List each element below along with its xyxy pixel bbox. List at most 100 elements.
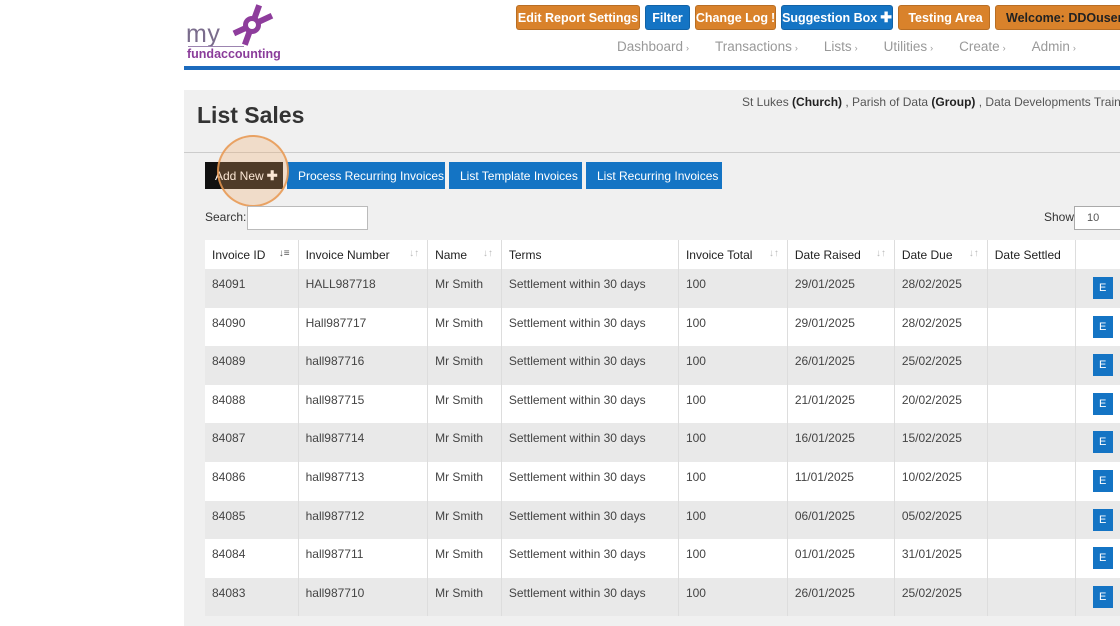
testing-area-button[interactable]: Testing Area <box>898 5 990 30</box>
table-cell: 28/02/2025 <box>894 269 988 308</box>
welcome-label: Welcome: <box>1006 10 1065 25</box>
edit-row-button[interactable]: E <box>1092 277 1113 299</box>
main-nav: Dashboard › Transactions › Lists › Utilitie… <box>617 39 1102 54</box>
table-row[interactable]: 84085 hall987712 Mr Smith Settlement within… <box>205 500 1120 540</box>
col-date-raised[interactable]: Date Raised ↓↑ <box>787 240 895 269</box>
nav-dashboard[interactable]: Dashboard › <box>617 39 689 54</box>
table-row[interactable]: 84089 hall987716 Mr Smith Settlement within… <box>205 346 1120 385</box>
table-cell: hall987716 <box>298 346 429 385</box>
table-cell-actions: E <box>1075 269 1120 308</box>
edit-row-button[interactable]: E <box>1092 431 1113 454</box>
table-row[interactable]: 84087 hall987714 Mr Smith Settlement within… <box>205 423 1120 462</box>
table-cell: 05/02/2025 <box>894 500 988 540</box>
table-cell: 100 <box>678 577 788 617</box>
nav-transactions-label: Transactions <box>715 39 792 54</box>
welcome-user-button[interactable]: Welcome: DDOuser <box>995 5 1120 30</box>
col-terms[interactable]: Terms <box>501 240 679 269</box>
plus-icon: ✚ <box>880 9 892 25</box>
sort-desc-icon: ↓≡ <box>278 248 290 259</box>
col-invoice-total-label: Invoice Total <box>685 247 753 262</box>
col-date-settled[interactable]: Date Settled <box>987 240 1076 269</box>
edit-report-settings-button[interactable]: Edit Report Settings <box>516 5 640 30</box>
table-cell: 84090 <box>205 307 299 347</box>
edit-row-button[interactable]: E <box>1092 547 1113 570</box>
breadcrumb-part: , Parish of Data <box>842 95 932 109</box>
table-row[interactable]: 84083 hall987710 Mr Smith Settlement within… <box>205 577 1120 617</box>
edit-row-button[interactable]: E <box>1092 392 1113 415</box>
edit-row-button[interactable]: E <box>1092 315 1113 338</box>
nav-create-label: Create <box>959 39 1000 54</box>
app-logo[interactable]: my fundaccounting <box>186 4 286 64</box>
table-cell: Hall987717 <box>298 307 429 347</box>
plus-icon: ✚ <box>266 167 278 183</box>
col-invoice-id[interactable]: Invoice ID ↓≡ <box>205 240 299 269</box>
table-cell: 84091 <box>205 269 299 308</box>
logo-star-icon <box>232 4 274 46</box>
table-row[interactable]: 84084 hall987711 Mr Smith Settlement within… <box>205 539 1120 578</box>
table-cell-actions: E <box>1075 423 1120 462</box>
table-cell: Settlement within 30 days <box>501 500 679 540</box>
table-row[interactable]: 84090 Hall987717 Mr Smith Settlement within… <box>205 307 1120 347</box>
col-invoice-number[interactable]: Invoice Number ↓↑ <box>298 240 429 269</box>
chevron-right-icon: › <box>930 43 934 53</box>
edit-row-button[interactable]: E <box>1092 469 1113 492</box>
col-date-due-label: Date Due <box>901 247 953 262</box>
table-row[interactable]: 84091 HALL987718 Mr Smith Settlement within… <box>205 269 1120 308</box>
edit-row-button[interactable]: E <box>1092 508 1113 531</box>
table-cell-actions: E <box>1075 346 1120 385</box>
col-name[interactable]: Name ↓↑ <box>427 240 502 269</box>
change-log-button[interactable]: Change Log ! <box>695 5 776 30</box>
content-panel: List Sales St Lukes (Church) , Parish of… <box>184 90 1120 626</box>
col-name-label: Name <box>435 247 468 262</box>
table-cell: Settlement within 30 days <box>501 269 679 308</box>
col-invoice-total[interactable]: Invoice Total ↓↑ <box>678 240 788 269</box>
nav-admin[interactable]: Admin › <box>1032 39 1076 54</box>
nav-utilities[interactable]: Utilities › <box>884 39 934 54</box>
table-cell: 16/01/2025 <box>787 423 895 462</box>
list-template-invoices-button[interactable]: List Template Invoices <box>449 162 582 189</box>
table-cell: 100 <box>678 423 788 462</box>
table-row[interactable]: 84086 hall987713 Mr Smith Settlement within… <box>205 461 1120 501</box>
table-cell: 01/01/2025 <box>787 539 895 578</box>
table-cell: 21/01/2025 <box>787 384 895 424</box>
sort-icon: ↓↑ <box>875 248 886 259</box>
table-cell: 10/02/2025 <box>894 461 988 501</box>
table-cell: 06/01/2025 <box>787 500 895 540</box>
chevron-right-icon: › <box>854 43 858 53</box>
table-row[interactable]: 84088 hall987715 Mr Smith Settlement within… <box>205 384 1120 424</box>
edit-row-button[interactable]: E <box>1092 585 1113 608</box>
table-cell: 100 <box>678 269 788 308</box>
breadcrumb-part: , Data Developments Training <box>978 95 1120 109</box>
sort-icon: ↓↑ <box>968 248 979 259</box>
list-recurring-invoices-button[interactable]: List Recurring Invoices <box>586 162 722 189</box>
nav-transactions[interactable]: Transactions › <box>715 39 798 54</box>
add-new-button[interactable]: Add New ✚ <box>205 162 283 189</box>
table-cell: 84088 <box>205 384 299 424</box>
table-cell: 11/01/2025 <box>787 461 895 501</box>
table-cell: 26/01/2025 <box>787 577 895 617</box>
search-label: Search: <box>205 210 247 224</box>
edit-row-button[interactable]: E <box>1092 354 1113 377</box>
process-recurring-invoices-button[interactable]: Process Recurring Invoices <box>287 162 445 189</box>
filter-button[interactable]: Filter <box>645 5 690 30</box>
testing-area-label: Testing Area <box>908 10 983 25</box>
table-cell: 100 <box>678 500 788 540</box>
title-divider <box>184 152 1120 153</box>
table-cell: 31/01/2025 <box>894 539 988 578</box>
table-cell: Mr Smith <box>427 384 502 424</box>
search-input[interactable] <box>247 206 368 230</box>
page-size-select[interactable]: 10 <box>1074 206 1120 230</box>
nav-lists[interactable]: Lists › <box>824 39 858 54</box>
nav-create[interactable]: Create › <box>959 39 1006 54</box>
table-cell: Mr Smith <box>427 461 502 501</box>
table-cell <box>987 346 1076 385</box>
page-title: List Sales <box>197 102 305 128</box>
suggestion-box-button[interactable]: Suggestion Box ✚ <box>781 5 893 30</box>
change-log-label: Change Log <box>695 10 769 25</box>
col-date-settled-label: Date Settled <box>994 247 1061 262</box>
table-cell: Settlement within 30 days <box>501 384 679 424</box>
col-terms-label: Terms <box>508 247 542 262</box>
table-cell <box>987 539 1076 578</box>
col-date-due[interactable]: Date Due ↓↑ <box>894 240 988 269</box>
table-cell: 84084 <box>205 539 299 578</box>
